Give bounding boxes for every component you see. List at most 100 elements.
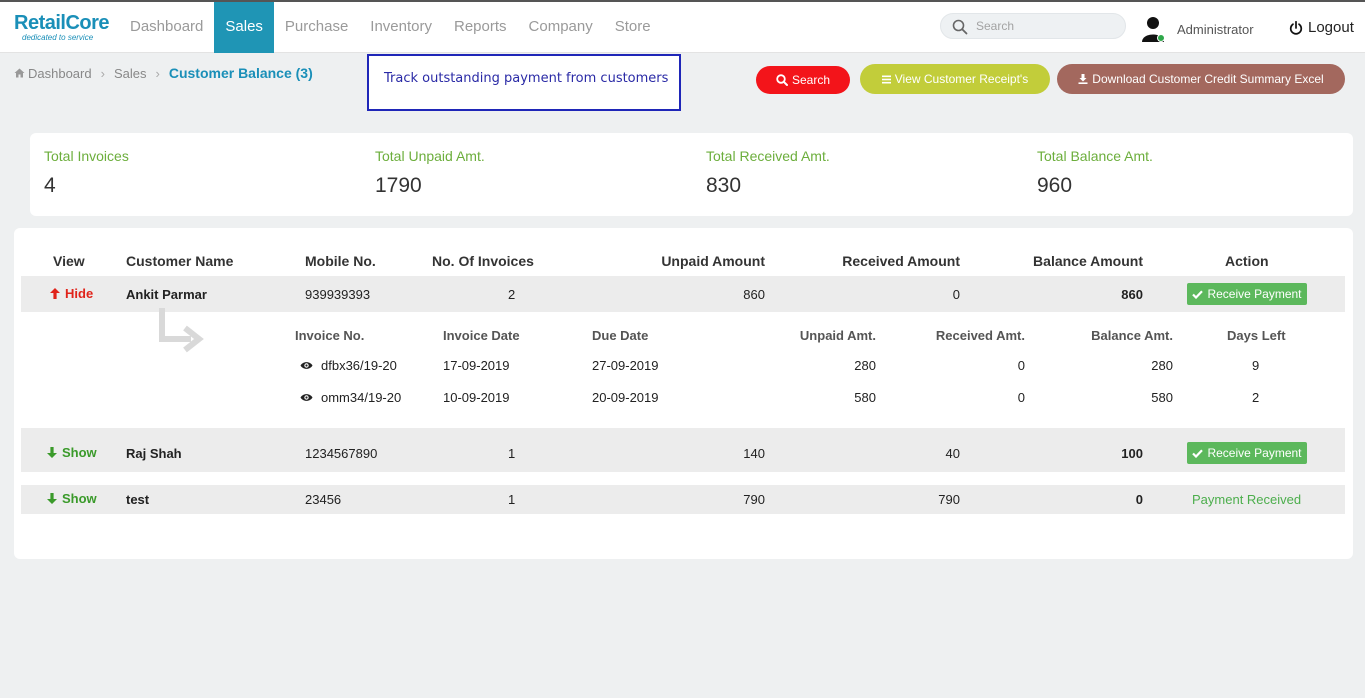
invoice-received: 0 [1017,358,1025,373]
days-left: 9 [1252,358,1260,373]
check-icon [1192,289,1204,299]
customer-name: test [126,492,150,507]
invoice-unpaid: 280 [854,358,876,373]
invoice-link[interactable]: omm34/19-20 [300,390,401,405]
stat-value: 1790 [375,174,422,197]
invoice-received: 0 [1017,390,1025,405]
invoice-date: 17-09-2019 [443,358,510,373]
mobile-number: 939939393 [305,287,371,302]
customer-balance-table: View Customer Name Mobile No. No. Of Inv… [14,228,1353,559]
stat-total-received: Total Received Amt. 830 [706,148,830,198]
balance-amount: 100 [1121,446,1143,461]
nav-reports[interactable]: Reports [443,2,518,53]
user-name: Administrator [1177,21,1254,37]
col-header-unpaid: Unpaid Amount [661,253,765,269]
breadcrumb-sales[interactable]: Sales [114,66,147,81]
brand-tagline: dedicated to service [22,33,94,42]
check-icon [1192,448,1204,458]
brand-logo[interactable]: RetailCore dedicated to service [14,13,110,42]
received-amount: 0 [952,287,960,302]
arrow-down-icon [47,447,57,458]
invoice-count: 2 [508,287,516,302]
receive-payment-button[interactable]: Receive Payment [1187,283,1307,305]
nav-dashboard[interactable]: Dashboard [119,2,214,53]
nav-inventory[interactable]: Inventory [359,2,443,53]
nav-sales[interactable]: Sales [214,2,274,53]
invoice-link[interactable]: dfbx36/19-20 [300,358,397,373]
search-input[interactable] [976,17,1116,35]
hide-details-toggle[interactable]: Hide [50,286,93,301]
breadcrumb-separator: › [100,65,105,81]
invoice-balance: 580 [1151,390,1173,405]
invoice-date: 10-09-2019 [443,390,510,405]
show-details-toggle[interactable]: Show [47,445,97,460]
stat-value: 960 [1037,174,1073,197]
breadcrumb: Dashboard › Sales › Customer Balance (3) [14,65,313,81]
user-menu[interactable]: Administrator [1142,16,1254,42]
list-icon [881,75,891,83]
toggle-label: Hide [65,286,94,301]
stat-label: Total Unpaid Amt. [375,148,485,164]
download-excel-button[interactable]: Download Customer Credit Summary Excel [1057,64,1345,94]
stat-total-balance: Total Balance Amt. 960 [1037,148,1153,198]
balance-amount: 860 [1121,287,1143,302]
search-icon [952,19,968,35]
detail-header-balance: Balance Amt. [1091,328,1173,343]
arrow-up-icon [50,288,60,299]
invoice-number: dfbx36/19-20 [321,358,397,373]
nested-arrow-icon [159,308,204,353]
summary-card: Total Invoices 4 Total Unpaid Amt. 1790 … [30,133,1353,216]
balance-amount: 0 [1135,492,1143,507]
detail-header-received: Received Amt. [935,328,1025,343]
nav-store[interactable]: Store [604,2,662,53]
breadcrumb-home-label: Dashboard [28,65,92,81]
global-search [940,13,1126,39]
stat-label: Total Balance Amt. [1037,148,1153,164]
detail-header-days-left: Days Left [1227,328,1286,343]
power-icon [1289,20,1303,35]
stat-label: Total Invoices [44,148,129,164]
invoice-balance: 280 [1151,358,1173,373]
show-details-toggle[interactable]: Show [47,491,97,506]
mobile-number: 23456 [305,492,342,507]
col-header-mobile: Mobile No. [305,253,376,269]
col-header-customer-name: Customer Name [126,253,234,269]
mobile-number: 1234567890 [305,446,378,461]
due-date: 27-09-2019 [592,358,659,373]
invoice-number: omm34/19-20 [321,390,402,405]
logout-button[interactable]: Logout [1289,19,1354,36]
nav-company[interactable]: Company [518,2,604,53]
customer-name: Raj Shah [126,446,182,461]
toggle-label: Show [62,491,97,506]
customer-name: Ankit Parmar [126,287,207,302]
detail-header-due-date: Due Date [592,328,649,343]
breadcrumb-home[interactable]: Dashboard [14,66,92,81]
col-header-action: Action [1225,253,1269,269]
eye-icon [300,362,313,369]
breadcrumb-separator: › [155,65,160,81]
view-receipts-label: View Customer Receipt's [894,72,1029,86]
eye-icon [300,394,313,401]
nav-purchase[interactable]: Purchase [274,2,359,53]
main-nav: Dashboard Sales Purchase Inventory Repor… [119,2,662,53]
page-title: Customer Balance (3) [168,65,313,81]
detail-header-invoice-no: Invoice No. [295,328,365,343]
detail-header-unpaid: Unpaid Amt. [799,328,876,343]
receive-payment-label: Receive Payment [1207,446,1302,460]
unpaid-amount: 790 [743,492,765,507]
download-excel-label: Download Customer Credit Summary Excel [1092,72,1324,86]
stat-total-unpaid: Total Unpaid Amt. 1790 [375,148,485,198]
days-left: 2 [1252,390,1260,405]
receive-payment-button[interactable]: Receive Payment [1187,442,1307,464]
user-avatar-icon [1142,17,1165,42]
search-button[interactable]: Search [756,66,850,94]
received-amount: 790 [938,492,960,507]
stat-label: Total Received Amt. [706,148,830,164]
received-amount: 40 [945,446,960,461]
home-icon [14,68,25,78]
view-receipts-button[interactable]: View Customer Receipt's [860,64,1050,94]
logout-label: Logout [1308,19,1354,36]
due-date: 20-09-2019 [592,390,659,405]
stat-value: 830 [706,174,742,197]
top-navbar: RetailCore dedicated to service Dashboar… [0,0,1365,53]
